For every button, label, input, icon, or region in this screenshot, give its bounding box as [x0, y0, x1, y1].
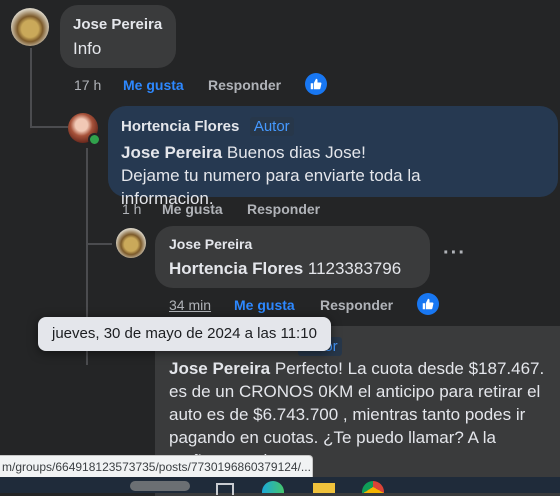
comment-text: Jose Pereira Buenos dias Jose! Dejame tu… — [121, 143, 421, 208]
more-options-icon[interactable]: ··· — [443, 242, 466, 265]
comment-author[interactable]: Jose Pereira — [73, 16, 162, 33]
chrome-icon[interactable] — [362, 481, 384, 493]
comment-author[interactable]: Jose Pereira — [169, 236, 252, 252]
mention-link[interactable]: Jose Pereira — [121, 143, 222, 162]
thread-line — [30, 48, 32, 128]
like-button[interactable]: Me gusta — [123, 77, 184, 93]
comment-text: Hortencia Flores 1123383796 — [169, 259, 402, 278]
like-button[interactable]: Me gusta — [234, 297, 295, 313]
thread-line — [86, 243, 112, 245]
author-badge: Autor — [249, 117, 294, 136]
task-view-icon[interactable] — [216, 483, 234, 495]
like-reaction-icon[interactable] — [417, 293, 439, 315]
comment-time[interactable]: 17 h — [74, 77, 101, 93]
timestamp-tooltip: jueves, 30 de mayo de 2024 a las 11:10 — [38, 317, 331, 351]
thread-line — [30, 126, 70, 128]
comment-author[interactable]: Hortencia Flores — [121, 118, 239, 135]
status-url: m/groups/664918123573735/posts/773019686… — [0, 455, 313, 479]
comment-time[interactable]: 34 min — [169, 297, 211, 313]
reply-button[interactable]: Responder — [320, 297, 393, 313]
mention-link[interactable]: Hortencia Flores — [169, 259, 303, 278]
comment-time[interactable]: 1 h — [122, 201, 141, 217]
taskbar-search-icon[interactable] — [130, 481, 190, 491]
like-button[interactable]: Me gusta — [162, 201, 223, 217]
reply-button[interactable]: Responder — [208, 77, 281, 93]
edge-icon[interactable] — [262, 481, 284, 493]
taskbar — [0, 477, 560, 495]
comment-bubble: Hortencia Flores Autor Jose Pereira Buen… — [108, 106, 558, 208]
avatar[interactable] — [116, 228, 146, 258]
reply-button[interactable]: Responder — [247, 201, 320, 217]
mention-link[interactable]: Jose Pereira — [169, 359, 270, 378]
avatar[interactable] — [11, 8, 49, 46]
online-status-icon — [88, 133, 101, 146]
like-reaction-icon[interactable] — [305, 73, 327, 95]
comment-bubble: Jose Pereira Info — [60, 5, 176, 68]
thread-line — [86, 148, 88, 244]
file-explorer-icon[interactable] — [313, 483, 335, 493]
comment-bubble: Jose Pereira Hortencia Flores 1123383796 — [155, 226, 430, 288]
comment-text: Info — [73, 39, 102, 58]
